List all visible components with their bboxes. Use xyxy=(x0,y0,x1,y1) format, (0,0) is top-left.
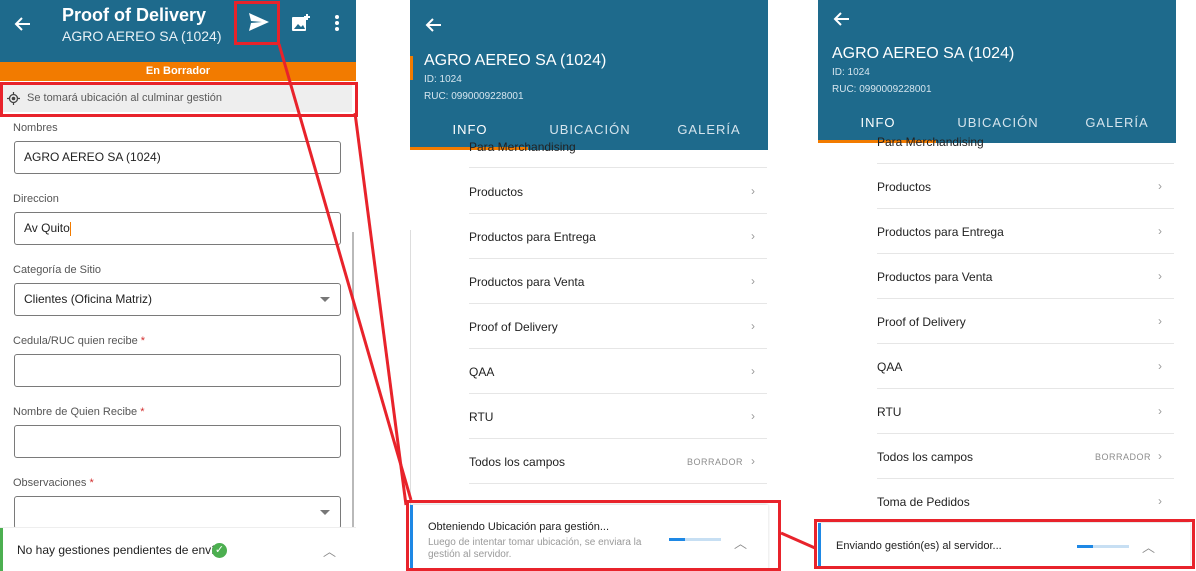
annotation-line xyxy=(780,531,816,550)
annotation-line xyxy=(353,112,408,506)
annotation-line xyxy=(277,43,413,501)
annotation-arrows xyxy=(277,43,816,550)
